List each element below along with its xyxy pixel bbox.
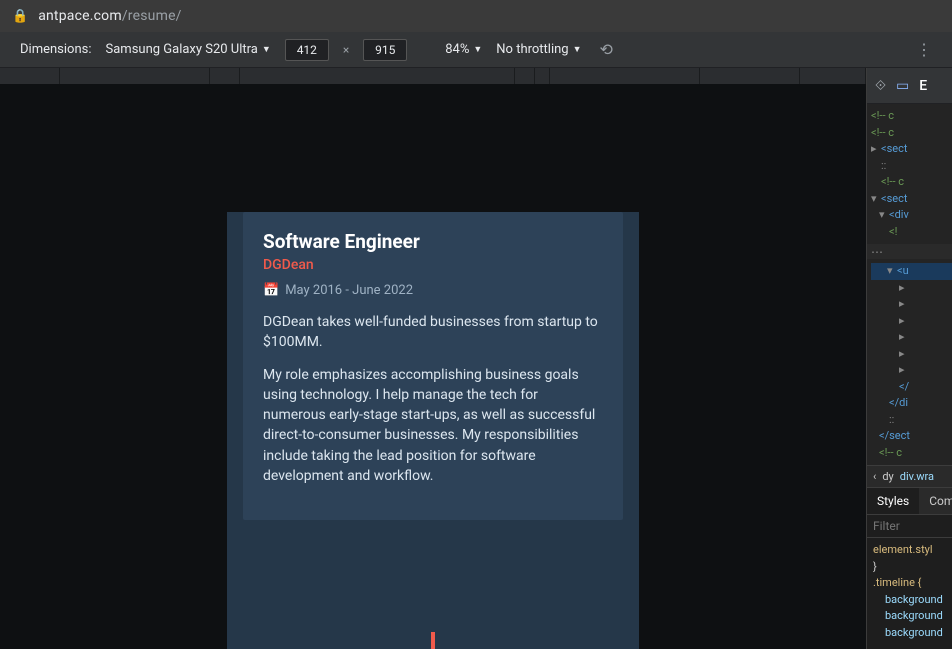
job-description-p1: DGDean takes well-funded businesses from… bbox=[263, 312, 603, 353]
dom-tree-lower[interactable]: ▾<u ▸ ▸ ▸ ▸ ▸ ▸ </ </di :: </sect <!-- c bbox=[867, 259, 952, 465]
dimensions-label: Dimensions: bbox=[20, 42, 92, 57]
height-input[interactable] bbox=[363, 39, 407, 61]
inspect-icon[interactable]: ⟐ bbox=[875, 78, 886, 94]
breadcrumb[interactable]: ‹ dy div.wra bbox=[867, 465, 952, 488]
devtools-toolbar: ⟐ ▭ E bbox=[867, 68, 952, 104]
styles-pane[interactable]: element.styl } .timeline { background ba… bbox=[867, 538, 952, 649]
url-path: /resume/ bbox=[122, 8, 182, 24]
chevron-down-icon: ▼ bbox=[262, 44, 271, 55]
crumb-item[interactable]: dy bbox=[882, 470, 893, 483]
date-range: 📅 May 2016 - June 2022 bbox=[263, 283, 603, 298]
chevron-down-icon: ▼ bbox=[473, 44, 482, 55]
styles-filter-row bbox=[867, 515, 952, 538]
rotate-icon[interactable]: ⟲ bbox=[600, 40, 613, 59]
job-title: Software Engineer bbox=[263, 230, 603, 253]
calendar-icon: 📅 bbox=[263, 283, 279, 298]
device-name: Samsung Galaxy S20 Ultra bbox=[106, 42, 258, 57]
devtools-panel: ⟐ ▭ E <!-- c <!-- c ▸<sect :: <!-- c ▾<s… bbox=[866, 68, 952, 649]
url-host: antpace.com bbox=[38, 8, 122, 24]
crumb-arrow[interactable]: ‹ bbox=[873, 470, 876, 483]
styles-filter-input[interactable] bbox=[873, 519, 946, 533]
device-viewport: Software Engineer DGDean 📅 May 2016 - Ju… bbox=[0, 68, 866, 649]
chevron-down-icon: ▼ bbox=[573, 44, 582, 55]
dates-text: May 2016 - June 2022 bbox=[285, 283, 413, 298]
mobile-preview: Software Engineer DGDean 📅 May 2016 - Ju… bbox=[227, 84, 639, 649]
device-selector[interactable]: Samsung Galaxy S20 Ultra ▼ bbox=[106, 42, 271, 57]
device-toolbar: Dimensions: Samsung Galaxy S20 Ultra ▼ ×… bbox=[0, 32, 952, 68]
lock-icon: 🔒 bbox=[12, 9, 28, 24]
elements-tab-label[interactable]: E bbox=[919, 78, 927, 94]
crumb-item[interactable]: div.wra bbox=[900, 470, 934, 483]
ruler bbox=[0, 68, 866, 84]
dom-overflow-indicator: ⋯ bbox=[867, 244, 952, 259]
throttle-selector[interactable]: No throttling ▼ bbox=[496, 42, 581, 57]
tab-computed[interactable]: Com bbox=[919, 488, 952, 514]
dimension-separator: × bbox=[343, 43, 349, 57]
page-content[interactable]: Software Engineer DGDean 📅 May 2016 - Ju… bbox=[227, 212, 639, 649]
width-input[interactable] bbox=[285, 39, 329, 61]
zoom-selector[interactable]: 84% ▼ bbox=[445, 42, 482, 57]
dom-tree[interactable]: <!-- c <!-- c ▸<sect :: <!-- c ▾<sect ▾<… bbox=[867, 104, 952, 244]
throttle-value: No throttling bbox=[496, 42, 568, 57]
browser-url-bar: 🔒 antpace.com/resume/ bbox=[0, 0, 952, 32]
experience-card: Software Engineer DGDean 📅 May 2016 - Ju… bbox=[243, 212, 623, 520]
company-name: DGDean bbox=[263, 257, 603, 273]
styles-tabs: Styles Com bbox=[867, 488, 952, 515]
kebab-menu-icon[interactable]: ⋮ bbox=[916, 40, 932, 59]
url-text[interactable]: antpace.com/resume/ bbox=[38, 8, 181, 24]
zoom-value: 84% bbox=[445, 42, 469, 57]
device-mode-icon[interactable]: ▭ bbox=[896, 78, 909, 94]
job-description-p2: My role emphasizes accomplishing busines… bbox=[263, 365, 603, 487]
timeline-line bbox=[431, 632, 435, 649]
tab-styles[interactable]: Styles bbox=[867, 488, 919, 514]
